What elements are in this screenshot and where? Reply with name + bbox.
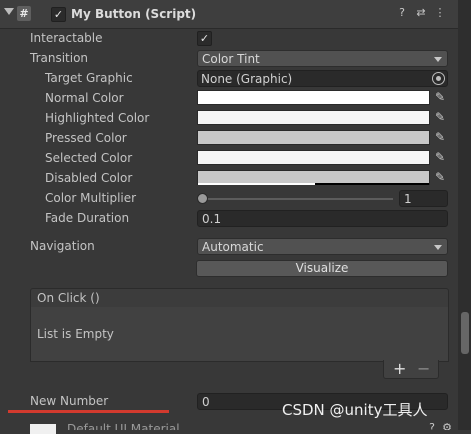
- alpha-bar-black: [315, 183, 429, 185]
- visualize-button[interactable]: Visualize: [196, 260, 448, 277]
- highlighted-color-label: Highlighted Color: [45, 111, 150, 125]
- red-underline: [8, 410, 169, 413]
- target-graphic-field[interactable]: None (Graphic): [197, 70, 448, 87]
- watermark-text: CSDN @unity工具人: [282, 401, 428, 419]
- remove-icon[interactable]: −: [417, 360, 430, 378]
- color-multiplier-slider-track[interactable]: [202, 198, 393, 200]
- add-icon[interactable]: +: [393, 360, 406, 378]
- color-multiplier-value: 1: [404, 192, 412, 206]
- scrollbar-thumb[interactable]: [461, 312, 469, 354]
- transition-label: Transition: [30, 51, 89, 65]
- list-add-remove-controls: + −: [383, 360, 439, 379]
- foldout-arrow-icon[interactable]: [4, 8, 14, 15]
- eyedropper-icon[interactable]: ✎: [433, 150, 447, 164]
- object-picker-icon[interactable]: [432, 72, 445, 85]
- new-number-value: 0: [202, 395, 210, 409]
- target-graphic-label: Target Graphic: [45, 71, 133, 85]
- new-number-label: New Number: [30, 394, 109, 408]
- interactable-label: Interactable: [30, 31, 103, 45]
- eyedropper-icon[interactable]: ✎: [433, 170, 447, 184]
- transition-dropdown[interactable]: Color Tint: [197, 50, 448, 67]
- on-click-list: List is Empty: [30, 307, 449, 362]
- component-title: My Button (Script): [71, 7, 197, 21]
- material-preview: [30, 424, 56, 434]
- on-click-header: On Click (): [30, 288, 449, 308]
- color-multiplier-slider-knob[interactable]: [197, 193, 208, 204]
- next-component-label: Default UI Material: [67, 422, 180, 430]
- highlighted-color-swatch[interactable]: [197, 110, 430, 125]
- fade-duration-value: 0.1: [202, 212, 222, 226]
- chevron-down-icon: [434, 57, 442, 62]
- normal-color-swatch[interactable]: [197, 90, 430, 105]
- navigation-value: Automatic: [202, 240, 264, 254]
- selected-color-swatch[interactable]: [197, 150, 430, 165]
- presets-icon[interactable]: ⇄: [414, 6, 428, 20]
- component-enabled-checkbox[interactable]: ✓: [51, 7, 66, 22]
- color-multiplier-label: Color Multiplier: [45, 191, 137, 205]
- transition-value: Color Tint: [202, 52, 260, 66]
- disabled-color-label: Disabled Color: [45, 171, 133, 185]
- more-icon[interactable]: ⋮: [433, 6, 447, 20]
- gear-icon[interactable]: ⚙: [440, 421, 454, 430]
- color-multiplier-field[interactable]: 1: [399, 190, 448, 207]
- normal-color-label: Normal Color: [45, 91, 124, 105]
- pressed-color-swatch[interactable]: [197, 130, 430, 145]
- interactable-checkbox[interactable]: ✓: [197, 31, 212, 46]
- eyedropper-icon[interactable]: ✎: [433, 90, 447, 104]
- navigation-dropdown[interactable]: Automatic: [197, 238, 448, 255]
- fade-duration-label: Fade Duration: [45, 211, 130, 225]
- alpha-bar-white: [198, 183, 315, 185]
- script-icon: #: [17, 6, 31, 21]
- help-icon[interactable]: ?: [425, 421, 439, 430]
- eyedropper-icon[interactable]: ✎: [433, 110, 447, 124]
- fade-duration-field[interactable]: 0.1: [197, 210, 448, 227]
- component-header[interactable]: [0, 0, 458, 29]
- help-icon[interactable]: ?: [395, 6, 409, 20]
- on-click-label: On Click (): [37, 291, 100, 305]
- navigation-label: Navigation: [30, 239, 95, 253]
- target-graphic-value: None (Graphic): [201, 72, 293, 86]
- selected-color-label: Selected Color: [45, 151, 133, 165]
- inspector-scrollbar[interactable]: [458, 0, 471, 430]
- eyedropper-icon[interactable]: ✎: [433, 130, 447, 144]
- chevron-down-icon: [434, 245, 442, 250]
- list-empty-text: List is Empty: [37, 327, 114, 341]
- pressed-color-label: Pressed Color: [45, 131, 127, 145]
